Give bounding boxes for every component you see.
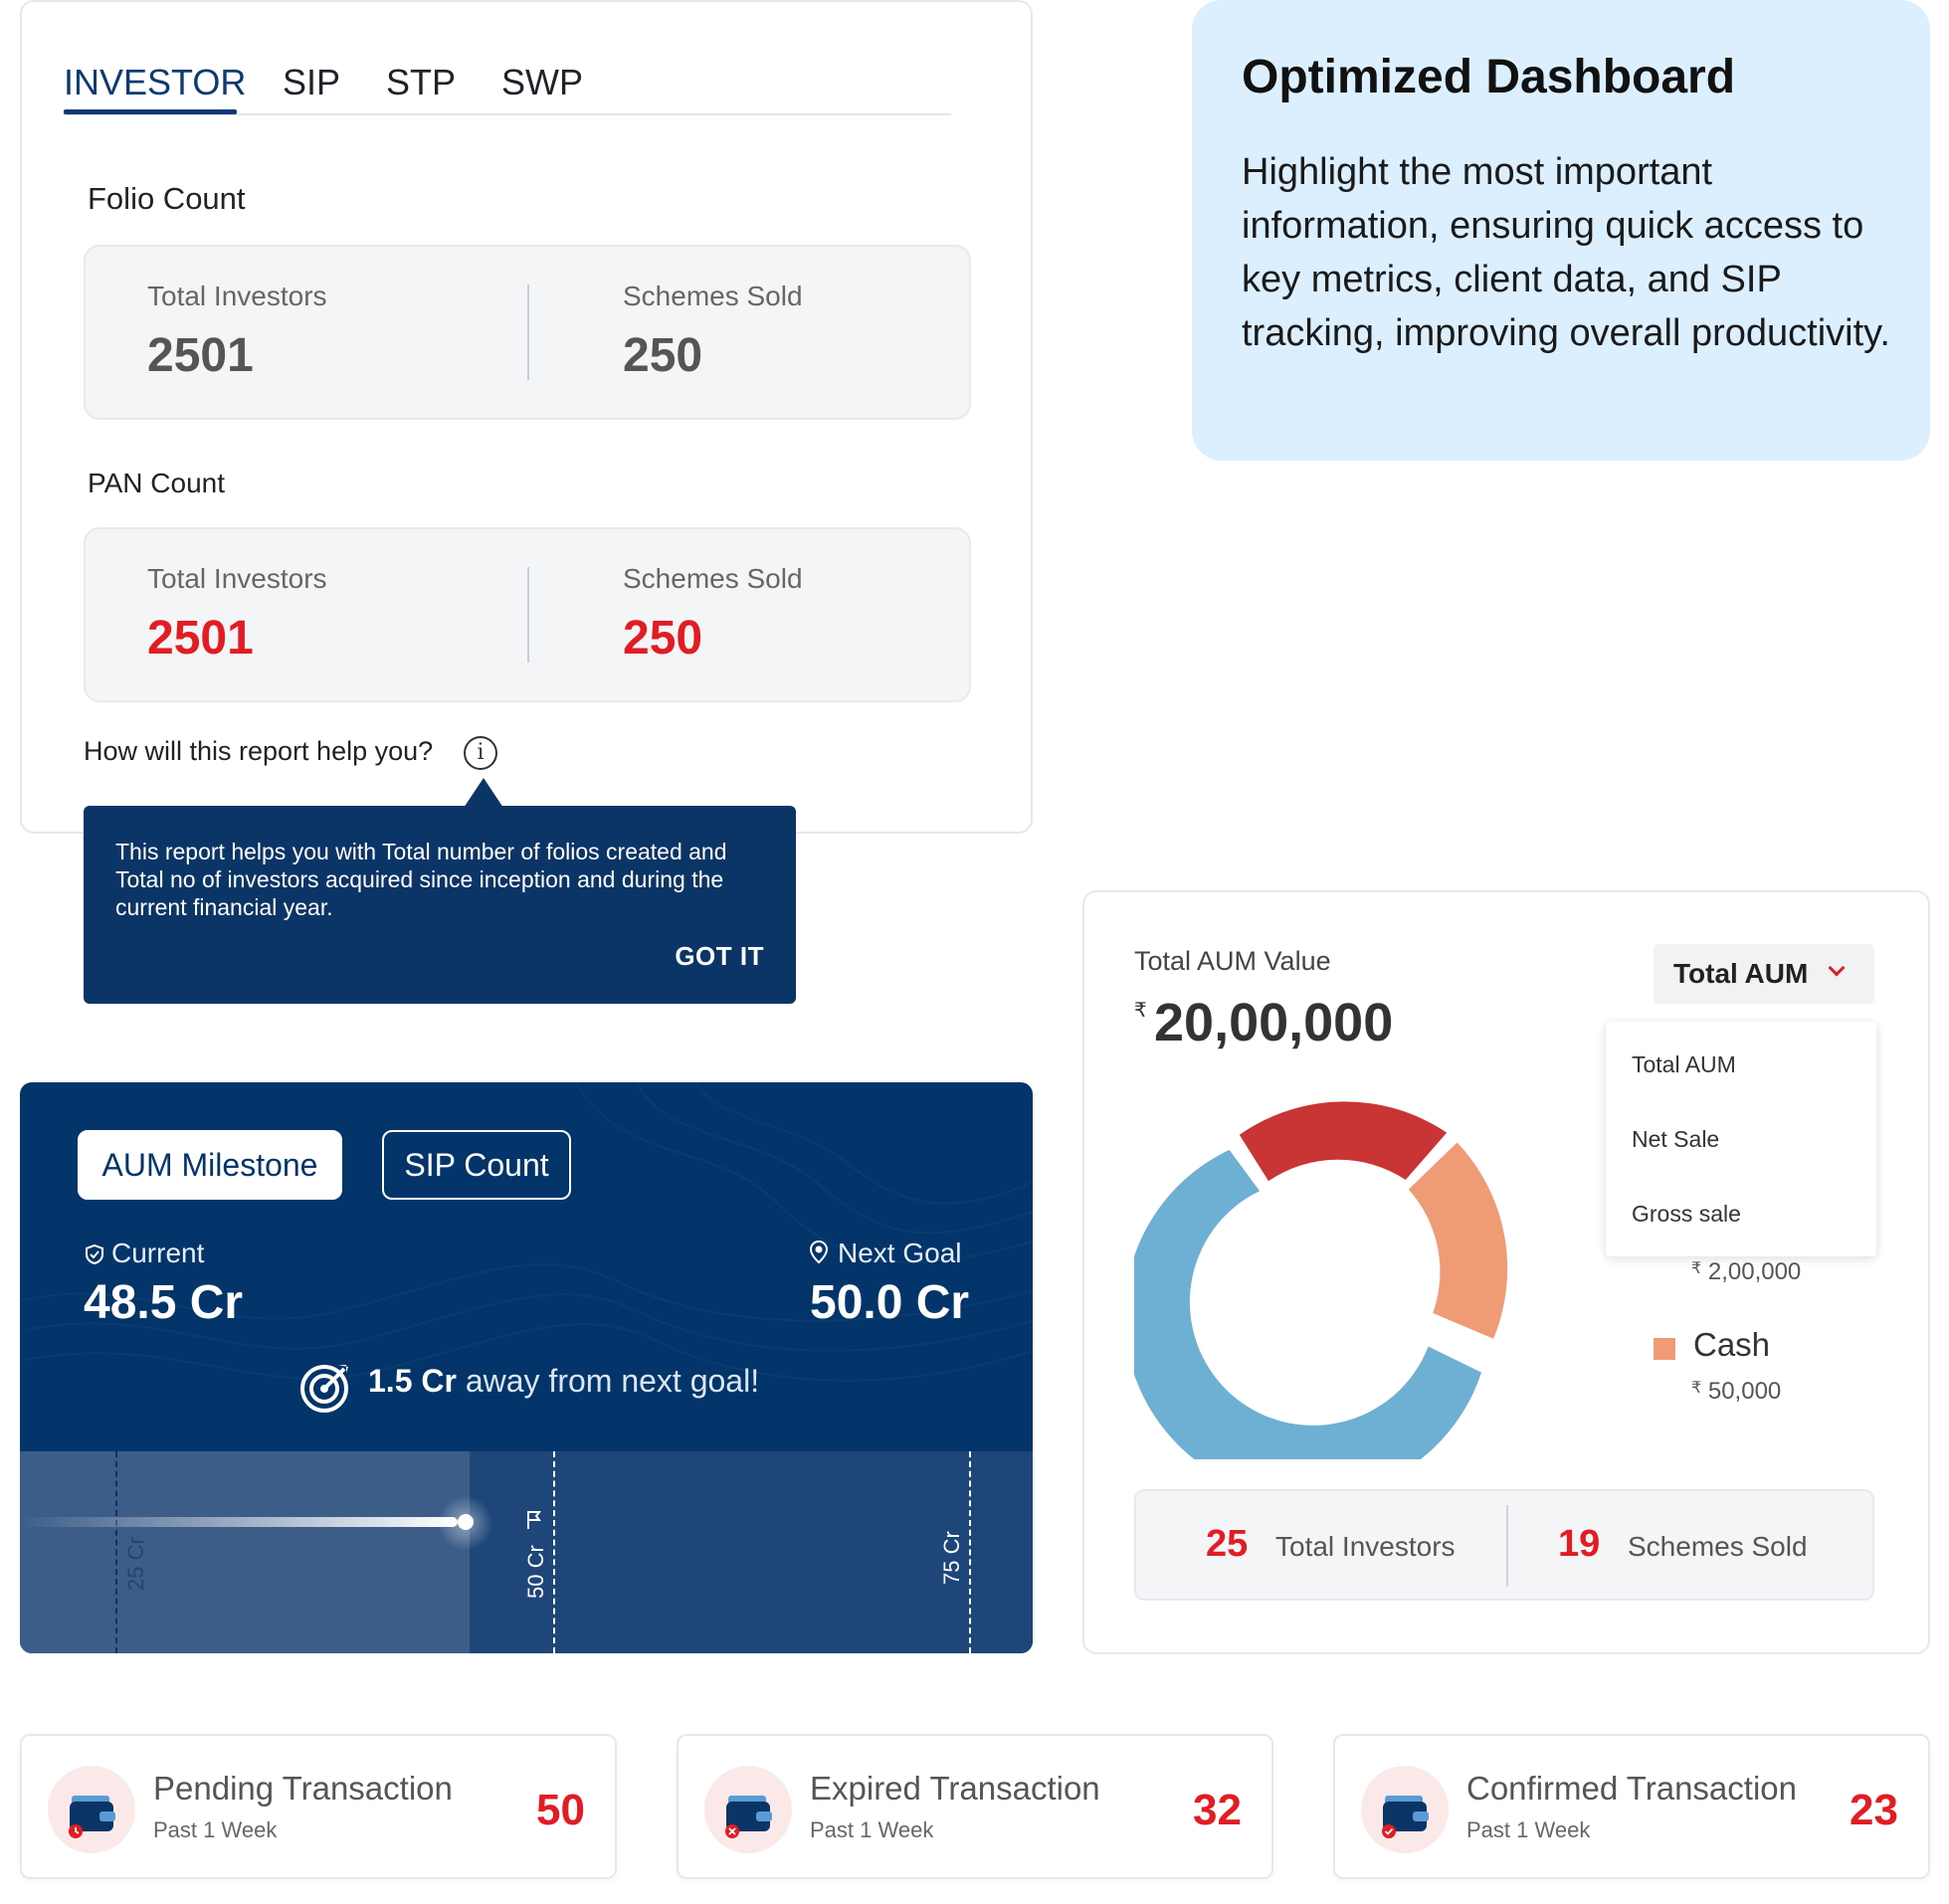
panel-title: Optimized Dashboard: [1242, 51, 1736, 103]
transaction-period: Past 1 Week: [153, 1817, 278, 1842]
folio-count-heading: Folio Count: [88, 181, 246, 216]
confirmed-transaction-card[interactable]: Confirmed Transaction Past 1 Week 23: [1333, 1734, 1930, 1879]
transaction-title: Pending Transaction: [153, 1770, 453, 1807]
transaction-count: 32: [1193, 1786, 1242, 1834]
track-label-75: 75 Cr: [939, 1531, 964, 1585]
aum-value: 20,00,000: [1154, 993, 1394, 1052]
summary-divider: [1506, 1505, 1508, 1587]
aum-summary-bar: 25 Total Investors 19 Schemes Sold: [1134, 1489, 1874, 1601]
aum-milestone-card: AUM Milestone SIP Count Current 48.5 Cr …: [20, 1082, 1033, 1653]
aum-schemes-sold-label: Schemes Sold: [1628, 1531, 1808, 1562]
folio-total-investors-value: 2501: [147, 329, 254, 382]
tab-aum-milestone[interactable]: AUM Milestone: [78, 1130, 342, 1200]
aum-schemes-sold-value: 19: [1558, 1523, 1601, 1565]
transaction-title: Expired Transaction: [810, 1770, 1100, 1807]
tab-sip[interactable]: SIP: [283, 62, 340, 103]
legend-value-cash: ₹ 50,000: [1691, 1378, 1782, 1405]
away-suffix: away from next goal!: [465, 1363, 760, 1399]
transaction-period: Past 1 Week: [810, 1817, 934, 1842]
away-value: 1.5 Cr: [368, 1363, 457, 1399]
shield-check-icon: [86, 1243, 103, 1265]
expired-transaction-card[interactable]: Expired Transaction Past 1 Week 32: [677, 1734, 1273, 1879]
tab-swp[interactable]: SWP: [501, 62, 583, 103]
pan-total-investors-label: Total Investors: [147, 563, 327, 594]
pending-transaction-card[interactable]: Pending Transaction Past 1 Week 50: [20, 1734, 617, 1879]
progress-bar: [20, 1517, 458, 1527]
optimized-dashboard-panel: Optimized Dashboard Highlight the most i…: [1192, 0, 1930, 461]
folio-schemes-sold-label: Schemes Sold: [623, 281, 803, 311]
wallet-pending-icon: [48, 1766, 135, 1853]
transaction-count: 23: [1850, 1786, 1898, 1834]
pan-count-heading: PAN Count: [88, 468, 225, 498]
track-progress-fill: [20, 1451, 470, 1653]
chevron-down-icon: [1828, 959, 1846, 977]
help-tooltip: This report helps you with Total number …: [84, 806, 796, 1004]
track-label-25: 25 Cr: [123, 1537, 148, 1591]
track-marker-25: [115, 1451, 117, 1653]
stat-divider: [527, 285, 529, 380]
aum-total-investors-label: Total Investors: [1275, 1531, 1456, 1562]
panel-body: Highlight the most important information…: [1242, 151, 1890, 354]
folio-schemes-sold-value: 250: [623, 329, 703, 382]
donut-segment-orange: [1408, 1142, 1508, 1339]
aum-donut-chart: [1134, 1101, 1508, 1459]
transaction-count: 50: [536, 1786, 585, 1834]
aum-dropdown-menu: Total AUM Net Sale Gross sale: [1606, 1022, 1876, 1256]
aum-label: Total AUM Value: [1134, 946, 1331, 976]
flag-icon: [527, 1511, 541, 1529]
rupee-symbol: ₹: [1134, 1000, 1147, 1022]
current-label: Current: [111, 1238, 205, 1268]
dropdown-option-net-sale[interactable]: Net Sale: [1632, 1126, 1719, 1153]
help-question: How will this report help you?: [84, 736, 434, 766]
milestone-track: 25 Cr 50 Cr 75 Cr: [20, 1451, 1033, 1653]
progress-handle[interactable]: [458, 1514, 474, 1530]
track-marker-75: [969, 1451, 971, 1653]
tab-investor[interactable]: INVESTOR: [64, 62, 246, 103]
dropdown-option-total-aum[interactable]: Total AUM: [1632, 1051, 1736, 1078]
track-marker-50: [553, 1451, 555, 1653]
wallet-confirmed-icon: [1361, 1766, 1449, 1853]
folio-count-box: Total Investors 2501 Schemes Sold 250: [84, 245, 971, 420]
transaction-title: Confirmed Transaction: [1466, 1770, 1797, 1807]
stat-divider: [527, 567, 529, 663]
legend-name-cash: Cash: [1693, 1326, 1771, 1363]
away-from-goal-text: 1.5 Cr away from next goal!: [368, 1363, 759, 1400]
total-aum-card: Total AUM Value ₹ 20,00,000 Total AUM To…: [1082, 890, 1930, 1654]
next-goal-value: 50.0 Cr: [810, 1276, 970, 1329]
donut-segment-red: [1239, 1101, 1448, 1182]
dropdown-option-gross-sale[interactable]: Gross sale: [1632, 1201, 1741, 1228]
pan-total-investors-value: 2501: [147, 612, 254, 665]
tab-stp[interactable]: STP: [386, 62, 456, 103]
current-value: 48.5 Cr: [84, 1276, 244, 1329]
next-goal-label: Next Goal: [838, 1238, 962, 1268]
track-label-50: 50 Cr: [523, 1545, 548, 1599]
location-pin-icon: [809, 1239, 829, 1264]
got-it-button[interactable]: GOT IT: [675, 941, 764, 972]
aum-total-investors-value: 25: [1206, 1523, 1249, 1565]
tooltip-arrow: [464, 778, 503, 808]
pan-count-box: Total Investors 2501 Schemes Sold 250: [84, 527, 971, 702]
dropdown-selected: Total AUM: [1673, 958, 1809, 989]
aum-dropdown-button[interactable]: Total AUM: [1654, 944, 1874, 1004]
transaction-period: Past 1 Week: [1466, 1817, 1591, 1842]
tooltip-text: This report helps you with Total number …: [115, 839, 727, 920]
info-icon[interactable]: i: [464, 736, 497, 770]
wallet-expired-icon: [704, 1766, 792, 1853]
pan-schemes-sold-value: 250: [623, 612, 703, 665]
report-tabs: INVESTOR SIP STP SWP: [64, 62, 951, 115]
folio-total-investors-label: Total Investors: [147, 281, 327, 311]
legend-value-1: ₹ 2,00,000: [1691, 1258, 1802, 1285]
pan-schemes-sold-label: Schemes Sold: [623, 563, 803, 594]
active-tab-indicator: [64, 109, 237, 114]
tab-sip-count[interactable]: SIP Count: [382, 1130, 571, 1200]
legend-swatch-cash: [1654, 1338, 1675, 1360]
target-icon: [300, 1365, 348, 1413]
